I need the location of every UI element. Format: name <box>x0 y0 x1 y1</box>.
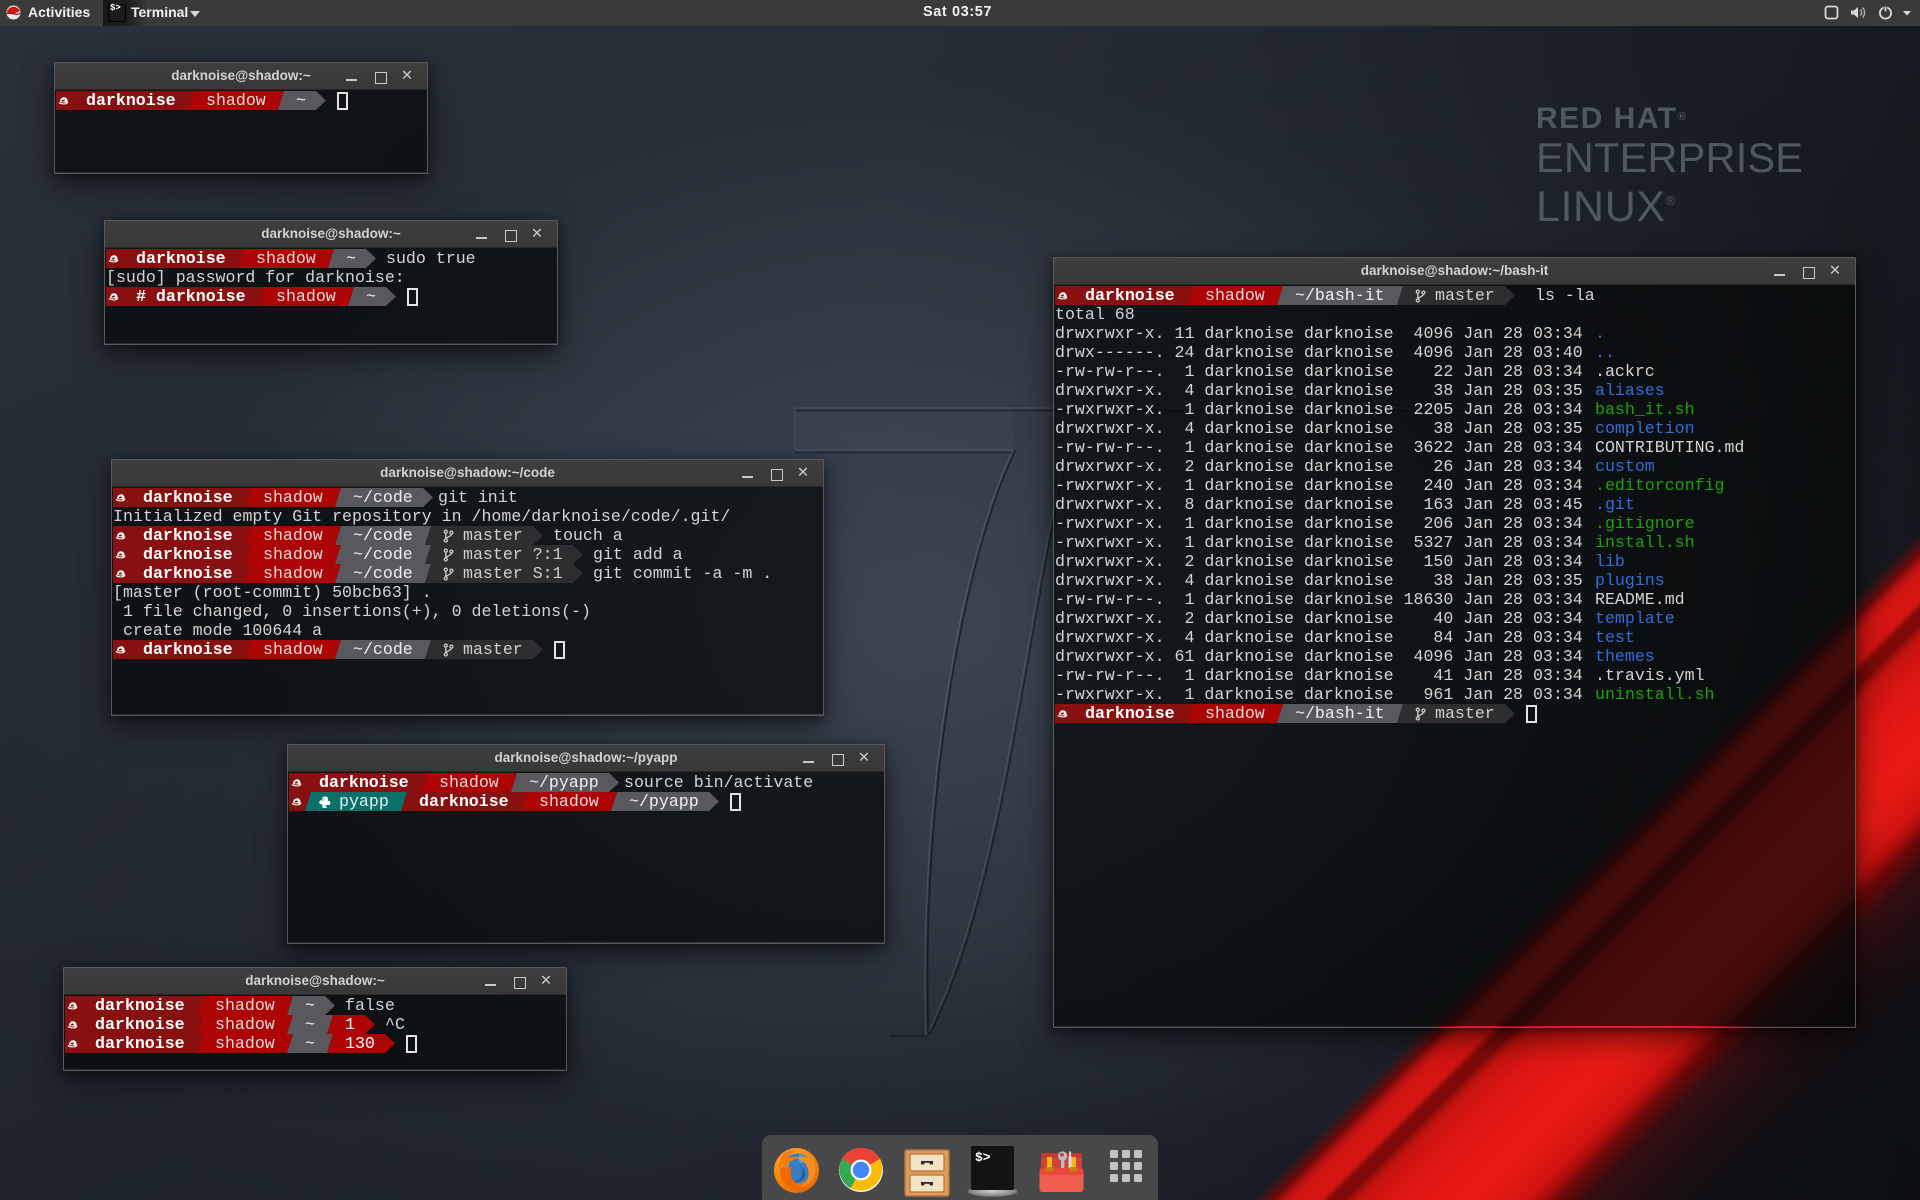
svg-text:$>: $> <box>975 1150 991 1165</box>
